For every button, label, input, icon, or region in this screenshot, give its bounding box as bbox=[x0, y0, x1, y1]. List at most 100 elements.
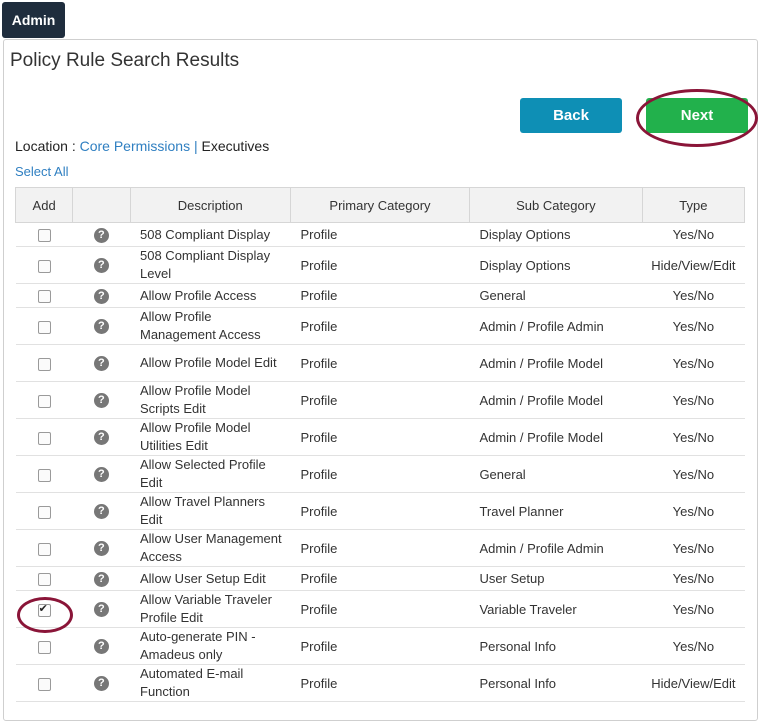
sub-category-cell: Personal Info bbox=[469, 664, 643, 702]
next-highlight-circle bbox=[636, 89, 758, 147]
help-icon[interactable]: ? bbox=[93, 602, 109, 618]
back-button[interactable]: Back bbox=[520, 98, 622, 133]
type-cell: Yes/No bbox=[642, 381, 745, 419]
add-checkbox[interactable] bbox=[37, 259, 51, 273]
type-cell: Yes/No bbox=[642, 455, 745, 493]
help-icon[interactable]: ? bbox=[93, 319, 109, 335]
policy-rules-table: Add Description Primary Category Sub Cat… bbox=[14, 187, 746, 702]
location-breadcrumb: Location : Core Permissions | Executives bbox=[15, 138, 269, 154]
primary-category-cell: Profile bbox=[290, 529, 470, 567]
help-icon[interactable]: ? bbox=[93, 258, 109, 274]
help-icon[interactable]: ? bbox=[93, 430, 109, 446]
col-sub-category: Sub Category bbox=[468, 187, 643, 223]
add-checkbox[interactable] bbox=[37, 320, 51, 334]
type-cell: Yes/No bbox=[642, 307, 745, 345]
primary-category-cell: Profile bbox=[290, 627, 470, 665]
description-cell: Allow Travel Planners Edit bbox=[130, 492, 291, 530]
location-separator: | bbox=[190, 138, 202, 154]
primary-category-cell: Profile bbox=[290, 455, 470, 493]
location-prefix: Location : bbox=[15, 138, 80, 154]
sub-category-cell: Personal Info bbox=[469, 627, 643, 665]
add-cell bbox=[15, 246, 73, 284]
primary-category-cell: Profile bbox=[290, 344, 470, 382]
help-icon[interactable]: ? bbox=[93, 288, 109, 304]
col-help bbox=[72, 187, 131, 223]
help-icon[interactable]: ? bbox=[93, 356, 109, 372]
primary-category-cell: Profile bbox=[290, 222, 470, 247]
help-cell: ? bbox=[72, 566, 130, 591]
description-cell: Automated E-mail Function bbox=[130, 664, 291, 702]
table-row: ? Allow Profile Model Utilities Edit Profi… bbox=[15, 418, 745, 456]
primary-category-cell: Profile bbox=[290, 664, 470, 702]
primary-category-cell: Profile bbox=[290, 492, 470, 530]
help-icon[interactable]: ? bbox=[93, 639, 109, 655]
help-cell: ? bbox=[72, 283, 130, 308]
description-cell: Allow Variable Traveler Profile Edit bbox=[130, 590, 291, 628]
table-row: ? Allow Travel Planners Edit Profile Travel… bbox=[15, 492, 745, 530]
help-cell: ? bbox=[72, 455, 130, 493]
table-row: ? Allow Profile Model Scripts Edit Profile… bbox=[15, 381, 745, 419]
help-cell: ? bbox=[72, 344, 130, 382]
help-icon[interactable]: ? bbox=[93, 504, 109, 520]
table-row: ? Allow User Management Access Profile Admi… bbox=[15, 529, 745, 567]
add-checkbox[interactable] bbox=[37, 290, 51, 304]
help-icon[interactable]: ? bbox=[93, 541, 109, 557]
sub-category-cell: General bbox=[469, 283, 643, 308]
add-checkbox[interactable] bbox=[37, 357, 51, 371]
col-description: Description bbox=[129, 187, 292, 223]
add-checkbox[interactable] bbox=[37, 573, 51, 587]
add-checkbox[interactable] bbox=[37, 229, 51, 243]
add-checkbox[interactable] bbox=[37, 640, 51, 654]
add-cell bbox=[15, 344, 73, 382]
admin-tab[interactable]: Admin bbox=[2, 2, 65, 38]
add-cell bbox=[15, 222, 73, 247]
add-cell bbox=[15, 381, 73, 419]
add-checkbox[interactable] bbox=[37, 468, 51, 482]
sub-category-cell: User Setup bbox=[469, 566, 643, 591]
description-cell: 508 Compliant Display bbox=[130, 222, 291, 247]
description-cell: Allow Selected Profile Edit bbox=[130, 455, 291, 493]
table-row: ? Allow Variable Traveler Profile EditPro… bbox=[15, 590, 745, 628]
table-row: ? Allow Selected Profile Edit Profile Gener… bbox=[15, 455, 745, 493]
sub-category-cell: General bbox=[469, 455, 643, 493]
sub-category-cell: Display Options bbox=[469, 222, 643, 247]
sub-category-cell: Admin / Profile Model bbox=[469, 344, 643, 382]
table-row: ? Allow Profile Model Edit Profile Admin / … bbox=[15, 344, 745, 382]
location-current: Executives bbox=[201, 138, 270, 154]
description-cell: Allow User Setup Edit bbox=[130, 566, 291, 591]
description-cell: Allow Profile Model Edit bbox=[130, 344, 291, 382]
sub-category-cell: Travel Planner bbox=[469, 492, 643, 530]
primary-category-cell: Profile bbox=[290, 590, 470, 628]
description-cell: Auto-generate PIN - Amadeus only bbox=[130, 627, 291, 665]
table-row: ? 508 Compliant Display Level Profile Displ… bbox=[15, 246, 745, 284]
add-checkbox[interactable] bbox=[37, 542, 51, 556]
add-checkbox[interactable] bbox=[37, 677, 51, 691]
add-cell bbox=[15, 664, 73, 702]
primary-category-cell: Profile bbox=[290, 418, 470, 456]
help-icon[interactable]: ? bbox=[93, 467, 109, 483]
type-cell: Yes/No bbox=[642, 418, 745, 456]
col-add: Add bbox=[14, 187, 74, 223]
add-checkbox[interactable] bbox=[37, 505, 51, 519]
help-icon[interactable]: ? bbox=[93, 676, 109, 692]
help-icon[interactable]: ? bbox=[93, 571, 109, 587]
select-all-link[interactable]: Select All bbox=[15, 164, 68, 179]
help-icon[interactable]: ? bbox=[93, 393, 109, 409]
add-cell bbox=[15, 492, 73, 530]
help-cell: ? bbox=[72, 664, 130, 702]
help-cell: ? bbox=[72, 418, 130, 456]
type-cell: Yes/No bbox=[642, 590, 745, 628]
help-cell: ? bbox=[72, 246, 130, 284]
type-cell: Yes/No bbox=[642, 492, 745, 530]
add-checkbox[interactable] bbox=[37, 394, 51, 408]
add-checkbox[interactable] bbox=[37, 431, 51, 445]
table-row: ? Allow User Setup Edit Profile User Setup Y… bbox=[15, 566, 745, 591]
table-row: ? 508 Compliant Display Profile Display Opt… bbox=[15, 222, 745, 247]
location-link-core-permissions[interactable]: Core Permissions bbox=[80, 138, 190, 154]
description-cell: Allow Profile Model Scripts Edit bbox=[130, 381, 291, 419]
description-cell: Allow Profile Management Access bbox=[130, 307, 291, 345]
table-row: ? Allow Profile Management Access Profile A… bbox=[15, 307, 745, 345]
help-icon[interactable]: ? bbox=[93, 227, 109, 243]
type-cell: Yes/No bbox=[642, 283, 745, 308]
help-cell: ? bbox=[72, 307, 130, 345]
